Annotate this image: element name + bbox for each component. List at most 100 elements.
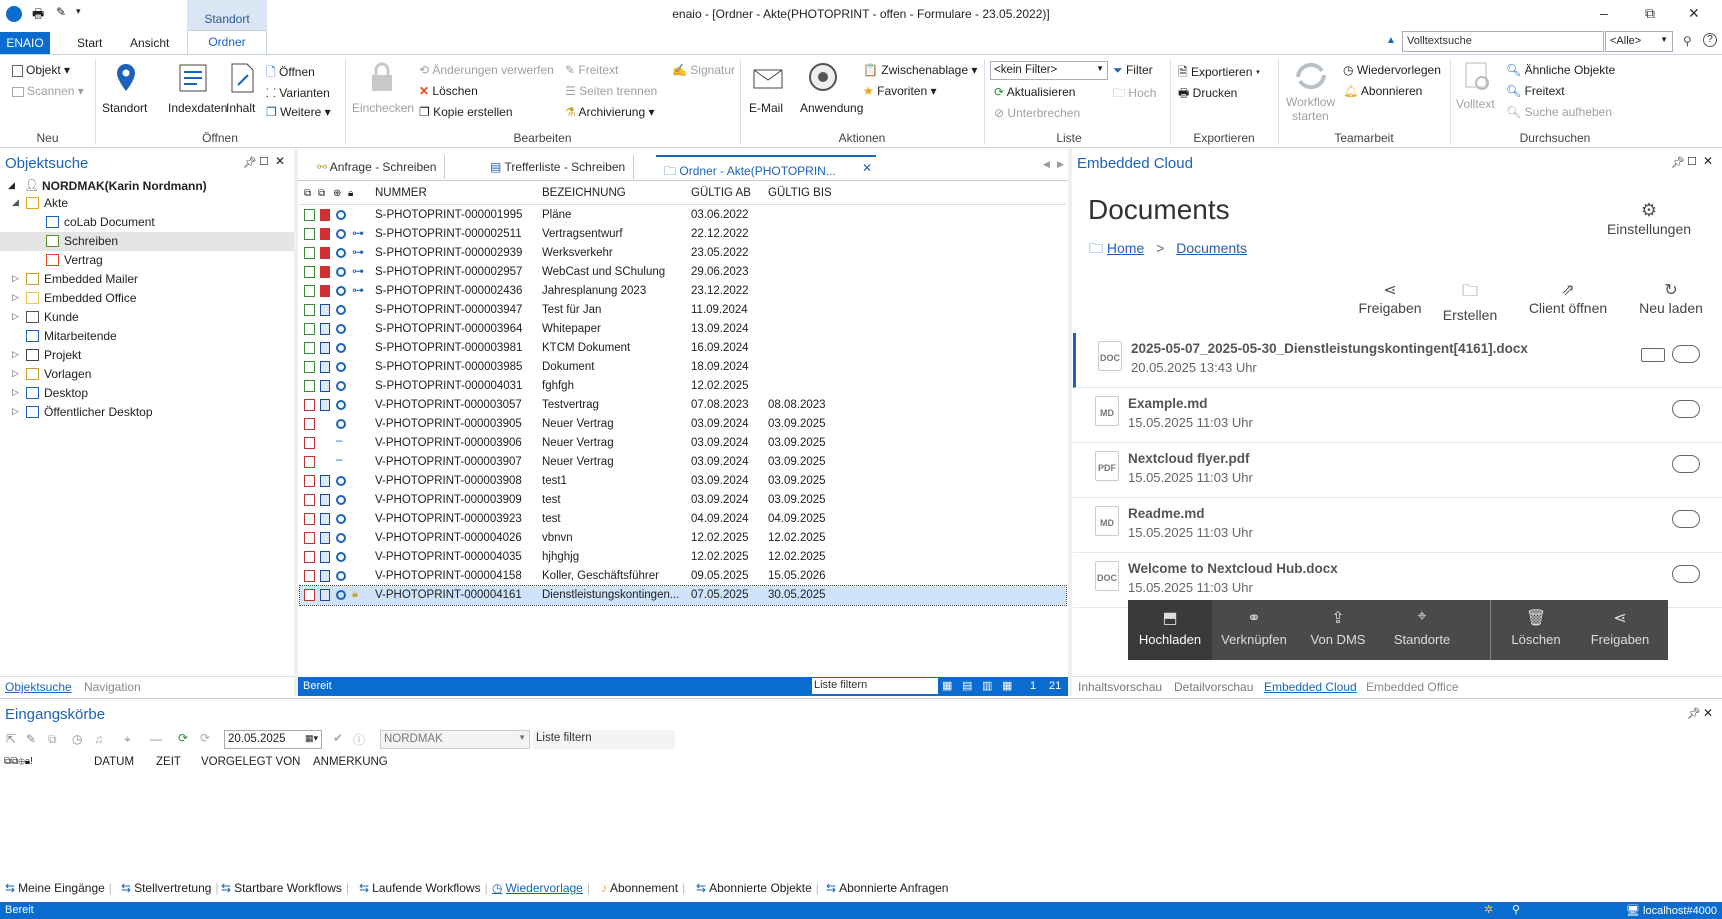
inbox-col-anmerkung[interactable]: ANMERKUNG: [313, 756, 388, 768]
tab-scroll-left-icon[interactable]: ◀: [1043, 159, 1050, 170]
inhalt-button[interactable]: Inhalt: [224, 61, 260, 131]
user-select[interactable]: NORDMAK ▼: [380, 730, 530, 749]
freitext-search-button[interactable]: 🔍︎ Freitext: [1506, 84, 1565, 98]
split-pages-button[interactable]: ☰ Seiten trennen: [565, 84, 657, 98]
clipboard-button[interactable]: 📋 Zwischenablage ▾: [863, 63, 977, 77]
collapse-icon[interactable]: ◢: [12, 197, 19, 208]
minus-icon[interactable]: —: [150, 732, 162, 746]
table-row[interactable]: – V-PHOTOPRINT-000003906 Neuer Vertrag 03.0…: [300, 434, 1066, 453]
col-icon-doc[interactable]: ⧉: [304, 188, 311, 199]
tab-ordner-akte[interactable]: 🗀 Ordner - Akte(PHOTOPRIN... ✕: [656, 155, 876, 179]
tab-abonnierte-anfragen[interactable]: ⇆ Abonnierte Anfragen: [826, 881, 948, 895]
more-button[interactable]: ❐ Weitere ▾: [266, 105, 331, 119]
table-row[interactable]: S-PHOTOPRINT-000003947 Test für Jan 11.09.…: [300, 301, 1066, 320]
share-action-button[interactable]: ⋖ Freigaben: [1350, 280, 1430, 316]
archive-button[interactable]: ⚗ Archivierung ▾: [565, 105, 655, 119]
cloud-icon[interactable]: [1672, 400, 1700, 418]
settings-button[interactable]: ⚙ Einstellungen: [1604, 200, 1694, 237]
inbox-col-datum[interactable]: DATUM: [94, 756, 134, 768]
collapse-ribbon-icon[interactable]: ▲: [1386, 35, 1396, 46]
open-button[interactable]: 🗋 Öffnen: [266, 63, 315, 84]
location-icon[interactable]: ⌖: [124, 732, 131, 747]
col-header-nummer[interactable]: NUMMER: [375, 187, 427, 199]
expand-icon[interactable]: ▷: [12, 349, 19, 360]
table-row[interactable]: ⊶ S-PHOTOPRINT-000002436 Jahresplanung 202…: [300, 282, 1066, 301]
expand-icon[interactable]: ▷: [12, 292, 19, 303]
view-icon[interactable]: ▦: [1002, 679, 1012, 692]
table-row[interactable]: ⊶ S-PHOTOPRINT-000002957 WebCast und SChul…: [300, 263, 1066, 282]
cloud-icon[interactable]: [1672, 565, 1700, 583]
delete-cloud-button[interactable]: 🗑︎ Löschen: [1494, 600, 1578, 660]
tab-start[interactable]: Start: [77, 36, 102, 50]
cloud-file-item[interactable]: DOC 2025-05-07_2025-05-30_Dienstleistungs…: [1073, 333, 1722, 388]
table-row[interactable]: ⊶ S-PHOTOPRINT-000002939 Werksverkehr 23.05…: [300, 244, 1066, 263]
check-icon[interactable]: ✔: [333, 731, 343, 745]
tab-inhaltsvorschau[interactable]: Inhaltsvorschau: [1078, 680, 1162, 694]
expand-icon[interactable]: ◢: [8, 180, 15, 191]
col-header-bezeichnung[interactable]: BEZEICHNUNG: [542, 187, 626, 199]
tree-item-schreiben[interactable]: Schreiben: [64, 234, 118, 248]
pin-icon[interactable]: 📌︎: [1671, 156, 1685, 169]
close-panel-icon[interactable]: ✕: [1703, 154, 1713, 168]
maximize-panel-icon[interactable]: ☐: [1687, 155, 1697, 168]
view-icon[interactable]: ▥: [982, 679, 992, 692]
bell-icon[interactable]: ♫: [94, 732, 103, 746]
table-row[interactable]: S-PHOTOPRINT-000004031 fghfgh 12.02.2025: [300, 377, 1066, 396]
scan-button[interactable]: Scannen ▾: [12, 84, 84, 98]
clock-icon[interactable]: ◷: [72, 732, 82, 746]
table-row[interactable]: S-PHOTOPRINT-000003985 Dokument 18.09.2024: [300, 358, 1066, 377]
tab-detailvorschau[interactable]: Detailvorschau: [1174, 680, 1253, 694]
expand-icon[interactable]: ▷: [12, 273, 19, 284]
refresh-button[interactable]: ⟳ Aktualisieren: [994, 85, 1075, 99]
tree-item-desktop[interactable]: Desktop: [44, 386, 88, 400]
fulltext-button[interactable]: Volltext: [1456, 59, 1500, 129]
tree-item-colab-document[interactable]: coLab Document: [64, 215, 155, 229]
resubmit-button[interactable]: ◷ Wiedervorlegen: [1343, 63, 1441, 77]
refresh-icon[interactable]: ⟳: [200, 731, 210, 745]
toolbar-icon[interactable]: ⧉: [48, 732, 57, 747]
tab-ordner[interactable]: Ordner: [187, 30, 267, 55]
search-scope-select[interactable]: <Alle> ▼: [1605, 31, 1673, 52]
view-icon[interactable]: ▤: [962, 679, 972, 692]
freitext-edit-button[interactable]: ✎ Freitext: [565, 63, 618, 77]
list-filter-input[interactable]: Liste filtern: [812, 678, 938, 694]
toolbar-icon[interactable]: ✎: [26, 732, 36, 746]
col-header-gueltig-ab[interactable]: GÜLTIG AB: [691, 187, 751, 199]
device-icon[interactable]: [1641, 348, 1665, 362]
tab-embedded-cloud[interactable]: Embedded Cloud: [1264, 680, 1357, 694]
tree-item-mitarbeitende[interactable]: Mitarbeitende: [44, 329, 117, 343]
expand-icon[interactable]: ▷: [12, 368, 19, 379]
col-icon-doc[interactable]: ⧉⧉⊕🔒︎!: [4, 756, 33, 767]
tree-item-kunde[interactable]: Kunde: [44, 310, 79, 324]
maximize-panel-icon[interactable]: ☐: [259, 155, 269, 168]
table-row[interactable]: V-PHOTOPRINT-000004026 vbnvn 12.02.2025 12.…: [300, 529, 1066, 548]
table-row[interactable]: 🔒︎ V-PHOTOPRINT-000004161 Dienstleistungsk…: [299, 585, 1067, 606]
inbox-filter-input[interactable]: Liste filtern: [533, 730, 675, 749]
subscribe-button[interactable]: 🔔︎ Abonnieren: [1343, 84, 1422, 98]
upload-button[interactable]: ⬒ Hochladen: [1128, 600, 1212, 660]
tree-item-vorlagen[interactable]: Vorlagen: [44, 367, 91, 381]
tab-startbare-workflows[interactable]: ⇆ Startbare Workflows |: [221, 881, 349, 895]
tab-anfrage-schreiben[interactable]: ⚯ Anfrage - Schreiben: [309, 155, 446, 179]
share-cloud-button[interactable]: ⋖ Freigaben: [1578, 600, 1662, 660]
delete-button[interactable]: ✕ Löschen: [419, 84, 478, 98]
cloud-file-item[interactable]: PDF Nextcloud flyer.pdf 15.05.2025 11:03 U…: [1073, 443, 1722, 498]
tab-scroll-right-icon[interactable]: ▶: [1057, 159, 1064, 170]
reload-button[interactable]: ↻ Neu laden: [1626, 280, 1716, 316]
date-picker[interactable]: 20.05.2025 ▦▾: [224, 730, 322, 749]
inbox-col-zeit[interactable]: ZEIT: [156, 756, 181, 768]
breadcrumb-documents[interactable]: Documents: [1176, 240, 1247, 256]
locations-button[interactable]: ⌖ Standorte: [1380, 600, 1464, 660]
col-icon-globe[interactable]: ⊕: [333, 188, 341, 199]
new-object-button[interactable]: Objekt ▾: [12, 63, 70, 77]
pin-icon[interactable]: ⚲: [1683, 34, 1692, 48]
table-row[interactable]: V-PHOTOPRINT-000003908 test1 03.09.2024 03.…: [300, 472, 1066, 491]
close-tab-icon[interactable]: ✕: [862, 161, 872, 175]
indexdaten-button[interactable]: Indexdaten: [168, 61, 227, 131]
inbox-col-vorgelegt[interactable]: VORGELEGT VON: [201, 756, 300, 768]
refresh-icon[interactable]: ⟳: [178, 731, 188, 745]
fulltext-search-input[interactable]: Volltextsuche: [1402, 31, 1604, 52]
tab-embedded-office[interactable]: Embedded Office: [1366, 680, 1459, 694]
tab-trefferliste[interactable]: ▤ Trefferliste - Schreiben: [482, 155, 635, 179]
tree-item-projekt[interactable]: Projekt: [44, 348, 81, 362]
